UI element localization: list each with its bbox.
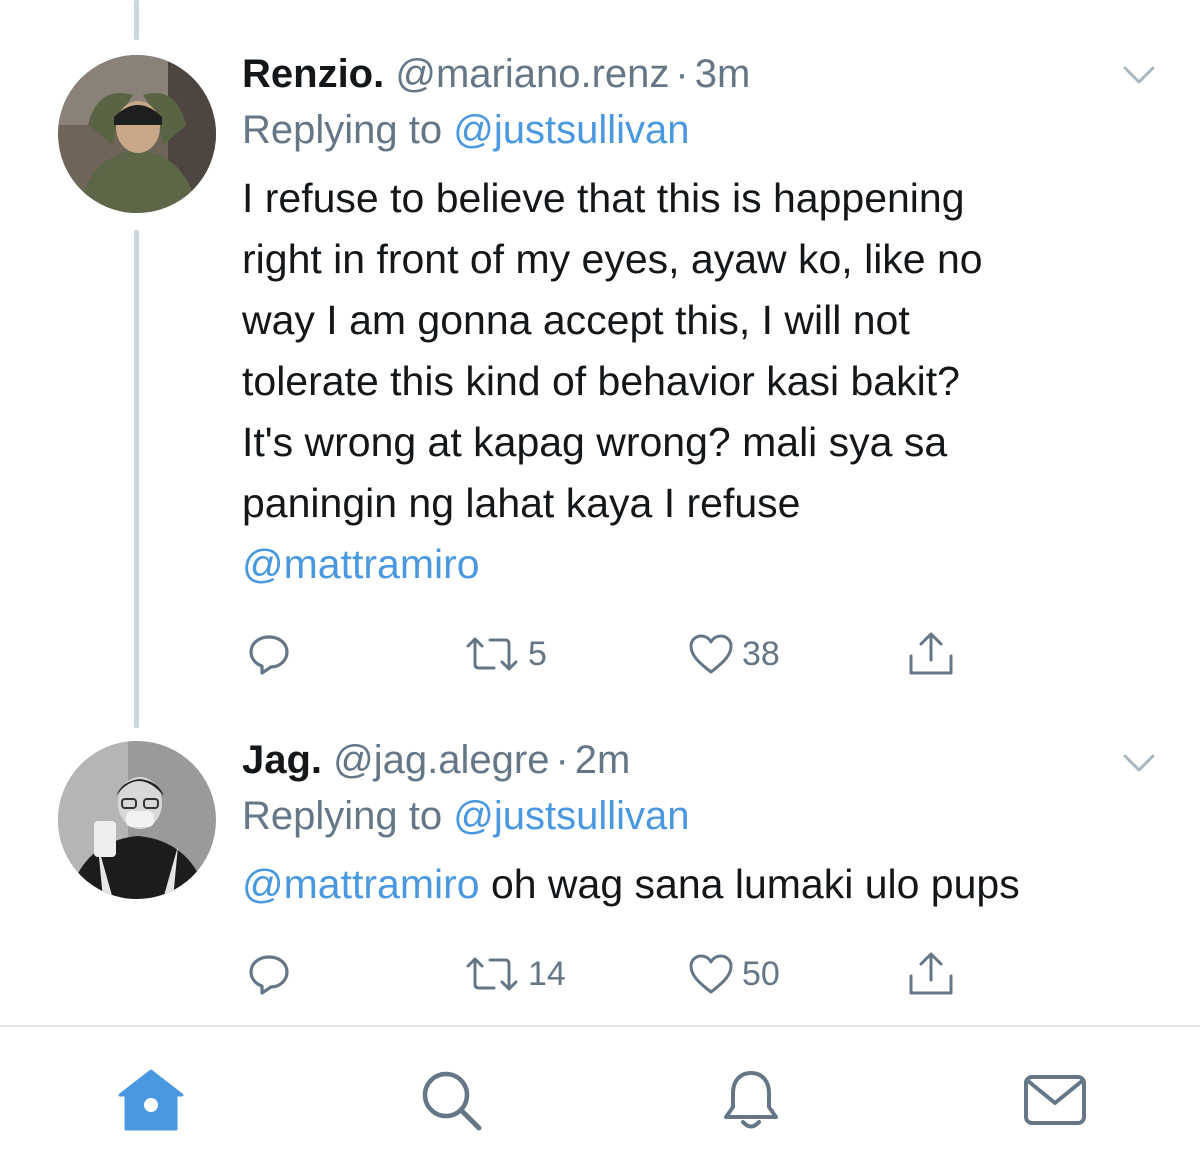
tweet-text-line: It's wrong at kapag wrong? mali sya sa xyxy=(242,419,948,465)
reply-button[interactable] xyxy=(246,948,292,1000)
retweet-count: 5 xyxy=(528,634,547,673)
mention-link[interactable]: @mattramiro xyxy=(242,534,1160,595)
replying-to-handle[interactable]: @justsullivan xyxy=(453,108,689,152)
tweet-text-line: paningin ng lahat kaya I refuse xyxy=(242,480,801,526)
reply-icon xyxy=(249,635,289,675)
home-icon[interactable] xyxy=(116,1065,186,1135)
user-handle[interactable]: @mariano.renz xyxy=(395,52,669,96)
tweet[interactable]: Jag. @jag.alegre · 2m Replying to @justsul… xyxy=(0,720,1200,1020)
display-name[interactable]: Jag. xyxy=(242,738,322,782)
mention-link[interactable]: @mattramiro xyxy=(242,861,480,907)
tweet-text: I refuse to believe that this is happeni… xyxy=(242,168,1160,595)
tab-bar xyxy=(0,1025,1200,1171)
retweet-button[interactable]: 5 xyxy=(464,628,547,680)
tweet-header: Renzio. @mariano.renz · 3m xyxy=(242,50,1160,98)
tweet-header: Jag. @jag.alegre · 2m xyxy=(242,736,1160,784)
tweet-actions: 5 38 xyxy=(242,628,1002,680)
tweet-actions: 14 50 xyxy=(242,948,1002,1000)
notifications-bell-icon[interactable] xyxy=(716,1065,786,1135)
tweet-text-line: way I am gonna accept this, I will not xyxy=(242,297,910,343)
share-button[interactable] xyxy=(906,948,956,1000)
tweet-text-line: right in front of my eyes, ayaw ko, like… xyxy=(242,236,983,282)
like-count: 38 xyxy=(742,634,780,673)
like-count: 50 xyxy=(742,954,780,993)
tweet-text-line: I refuse to believe that this is happeni… xyxy=(242,175,965,221)
reply-icon xyxy=(249,955,289,995)
user-handle[interactable]: @jag.alegre xyxy=(333,738,549,782)
share-icon xyxy=(909,952,953,995)
tweet-text: @mattramiro oh wag sana lumaki ulo pups xyxy=(242,854,1160,915)
avatar[interactable] xyxy=(58,741,216,899)
search-icon[interactable] xyxy=(416,1065,486,1135)
like-button[interactable]: 38 xyxy=(688,628,780,680)
heart-icon xyxy=(689,634,733,674)
replying-to-label: Replying to xyxy=(242,108,454,152)
like-button[interactable]: 50 xyxy=(688,948,780,1000)
retweet-icon xyxy=(466,957,518,991)
messages-envelope-icon[interactable] xyxy=(1020,1065,1090,1135)
replying-to: Replying to @justsullivan xyxy=(242,104,1160,156)
retweet-icon xyxy=(466,637,518,671)
separator: · xyxy=(675,52,689,96)
retweet-count: 14 xyxy=(528,954,566,993)
replying-to-handle[interactable]: @justsullivan xyxy=(453,794,689,838)
share-icon xyxy=(909,632,953,675)
chevron-down-icon[interactable] xyxy=(1122,752,1156,774)
share-button[interactable] xyxy=(906,628,956,680)
heart-icon xyxy=(689,954,733,994)
tweet-text-line: oh wag sana lumaki ulo pups xyxy=(479,861,1020,907)
replying-to-label: Replying to xyxy=(242,794,454,838)
replying-to: Replying to @justsullivan xyxy=(242,790,1160,842)
separator: · xyxy=(555,738,569,782)
tweet-text-line: tolerate this kind of behavior kasi baki… xyxy=(242,358,960,404)
retweet-button[interactable]: 14 xyxy=(464,948,566,1000)
chevron-down-icon[interactable] xyxy=(1122,64,1156,86)
timestamp: 2m xyxy=(574,738,631,782)
timestamp: 3m xyxy=(694,52,751,96)
tweet[interactable]: Renzio. @mariano.renz · 3m Replying to @ju… xyxy=(0,0,1200,720)
avatar[interactable] xyxy=(58,55,216,213)
reply-button[interactable] xyxy=(246,628,292,680)
display-name[interactable]: Renzio. xyxy=(242,52,384,96)
